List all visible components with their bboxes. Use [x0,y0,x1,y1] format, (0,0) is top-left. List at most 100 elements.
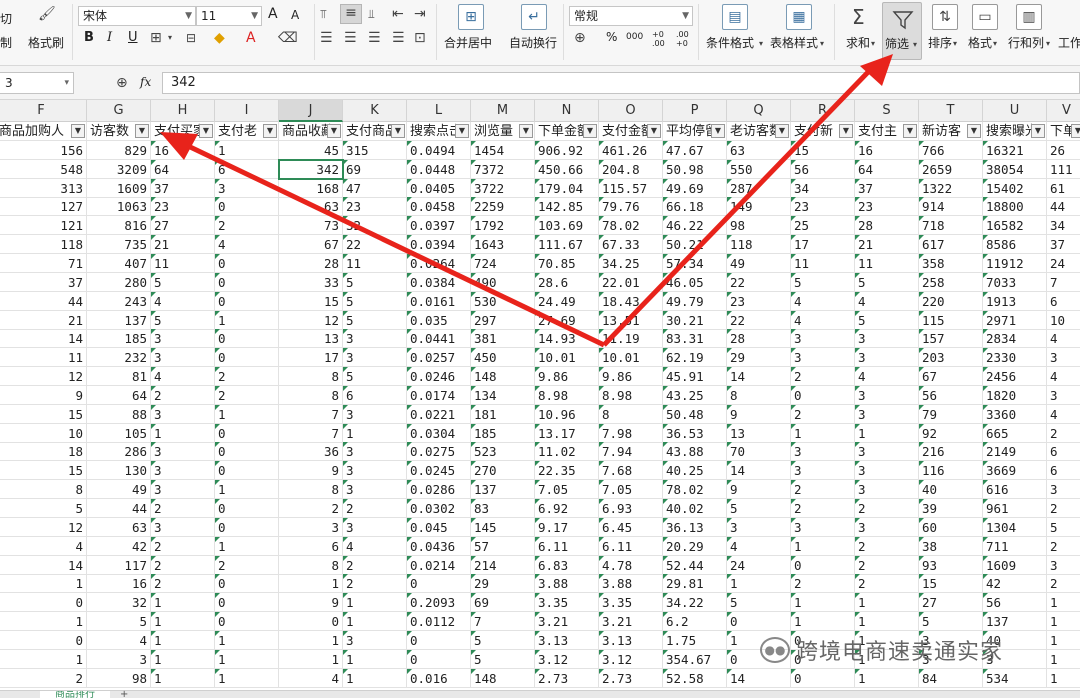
cell-M15[interactable]: 134 [471,385,535,405]
cell-T14[interactable]: 67 [919,367,983,387]
cell-K8[interactable]: 11 [343,253,407,273]
cell-M30[interactable]: 148 [471,668,535,688]
cell-O19[interactable]: 7.68 [599,461,663,481]
cell-V23[interactable]: 2 [1047,537,1080,556]
cell-O22[interactable]: 6.45 [599,517,663,537]
column-header-R[interactable]: R [791,100,855,122]
cell-R10[interactable]: 4 [791,291,855,311]
header-cell-I[interactable]: 支付老 ▼ [215,122,279,141]
cell-S18[interactable]: 3 [855,442,919,462]
cell-N12[interactable]: 14.93 [535,329,599,349]
cell-F28[interactable]: 0 [0,630,87,650]
cell-O7[interactable]: 67.33 [599,235,663,255]
cell-P8[interactable]: 57.34 [663,253,727,273]
cell-U8[interactable]: 11912 [983,253,1047,273]
cell-Q27[interactable]: 0 [727,612,791,632]
cell-V9[interactable]: 7 [1047,273,1080,292]
cell-G23[interactable]: 42 [87,536,151,556]
cell-N29[interactable]: 3.12 [535,649,599,669]
filter-dropdown-icon[interactable]: ▼ [775,124,789,138]
header-cell-P[interactable]: 平均停留 ▼ [663,122,727,141]
cell-M19[interactable]: 270 [471,461,535,481]
cell-I19[interactable]: 0 [215,461,279,481]
cell-N4[interactable]: 179.04 [535,178,599,198]
column-header-L[interactable]: L [407,100,471,122]
cell-R21[interactable]: 2 [791,499,855,518]
cell-P20[interactable]: 78.02 [663,480,727,500]
cell-F20[interactable]: 8 [0,480,87,500]
cell-O17[interactable]: 7.98 [599,423,663,443]
cell-O8[interactable]: 34.25 [599,253,663,273]
cell-T3[interactable]: 2659 [919,159,983,179]
filter-dropdown-icon[interactable]: ▼ [519,124,533,138]
cell-F10[interactable]: 44 [0,291,87,311]
cell-G3[interactable]: 3209 [87,159,151,179]
italic-button[interactable]: I [107,30,112,45]
cell-J17[interactable]: 7 [279,423,343,443]
cut-button[interactable]: 切 [0,10,12,27]
cell-Q18[interactable]: 70 [727,442,791,462]
cell-L27[interactable]: 0.0112 [407,612,471,632]
cell-P16[interactable]: 50.48 [663,404,727,424]
cell-I13[interactable]: 0 [215,348,279,368]
cell-O9[interactable]: 22.01 [599,272,663,292]
column-header-V[interactable]: V [1047,100,1080,122]
cell-H8[interactable]: 11 [151,253,215,273]
filter-dropdown-icon[interactable]: ▼ [263,124,277,138]
cell-V16[interactable]: 4 [1047,405,1080,424]
cell-I18[interactable]: 0 [215,442,279,462]
cell-K22[interactable]: 3 [343,517,407,537]
cell-M9[interactable]: 490 [471,272,535,292]
cell-U30[interactable]: 534 [983,668,1047,688]
cell-M28[interactable]: 5 [471,630,535,650]
cell-P19[interactable]: 40.25 [663,461,727,481]
cell-V13[interactable]: 3 [1047,348,1080,368]
cell-P25[interactable]: 29.81 [663,574,727,594]
align-left-icon[interactable]: ☰ [320,30,333,46]
column-header-T[interactable]: T [919,100,983,122]
cell-Q2[interactable]: 63 [727,140,791,160]
justify-icon[interactable]: ☰ [392,30,405,46]
cell-H27[interactable]: 1 [151,612,215,632]
cell-Q30[interactable]: 14 [727,668,791,688]
cell-R19[interactable]: 3 [791,461,855,481]
filter-dropdown-icon[interactable]: ▼ [199,124,213,138]
cell-T8[interactable]: 358 [919,253,983,273]
cell-P2[interactable]: 47.67 [663,140,727,160]
column-header-S[interactable]: S [855,100,919,122]
cell-G28[interactable]: 4 [87,630,151,650]
cell-K14[interactable]: 5 [343,367,407,387]
cell-N26[interactable]: 3.35 [535,593,599,613]
cell-I4[interactable]: 3 [215,178,279,198]
cell-F14[interactable]: 12 [0,367,87,387]
cell-G20[interactable]: 49 [87,480,151,500]
cell-P6[interactable]: 46.22 [663,216,727,236]
cell-T2[interactable]: 766 [919,140,983,160]
cell-T16[interactable]: 79 [919,404,983,424]
align-bottom-icon[interactable]: ⫫ [368,6,375,22]
cell-N3[interactable]: 450.66 [535,159,599,179]
cell-L10[interactable]: 0.0161 [407,291,471,311]
cell-K25[interactable]: 2 [343,574,407,594]
cell-S25[interactable]: 2 [855,574,919,594]
font-color-icon[interactable]: A [246,30,256,46]
cell-H5[interactable]: 23 [151,197,215,217]
cell-V28[interactable]: 1 [1047,631,1080,650]
cell-Q10[interactable]: 23 [727,291,791,311]
cell-L2[interactable]: 0.0494 [407,140,471,160]
cell-F22[interactable]: 12 [0,517,87,537]
cell-T10[interactable]: 220 [919,291,983,311]
cell-J18[interactable]: 36 [279,442,343,462]
cell-L19[interactable]: 0.0245 [407,461,471,481]
filter-dropdown-icon[interactable]: ▼ [327,124,341,138]
cell-G19[interactable]: 130 [87,461,151,481]
cell-L13[interactable]: 0.0257 [407,348,471,368]
cell-T5[interactable]: 914 [919,197,983,217]
cell-M23[interactable]: 57 [471,536,535,556]
cell-P27[interactable]: 6.2 [663,612,727,632]
cell-O6[interactable]: 78.02 [599,216,663,236]
cell-G17[interactable]: 105 [87,423,151,443]
cell-G15[interactable]: 64 [87,385,151,405]
cell-H3[interactable]: 64 [151,159,215,179]
cell-H16[interactable]: 3 [151,404,215,424]
